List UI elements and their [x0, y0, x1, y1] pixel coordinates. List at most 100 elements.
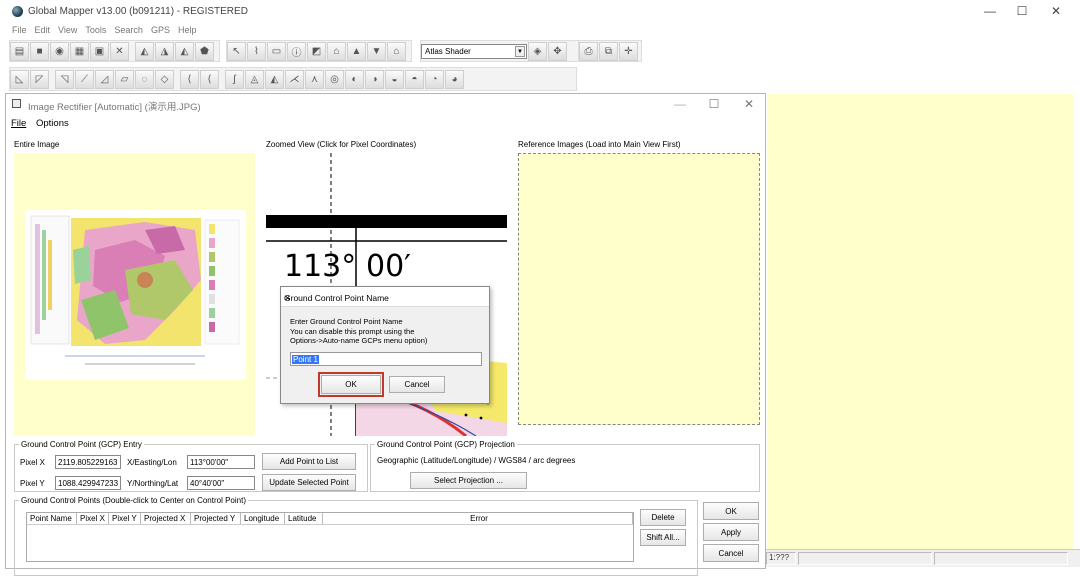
geologic-map-thumbnail[interactable] — [25, 210, 246, 380]
cursor-icon[interactable]: ✛ — [619, 41, 638, 61]
col-longitude[interactable]: Longitude — [241, 513, 285, 524]
info-icon[interactable]: ⓘ — [287, 41, 306, 61]
split-icon[interactable]: ⟨ — [200, 69, 219, 89]
zoomed-view-label: Zoomed View (Click for Pixel Coordinates… — [266, 140, 417, 149]
cancel-button[interactable]: Cancel — [703, 544, 759, 562]
open-icon[interactable]: ▤ — [10, 41, 29, 61]
3d-icon[interactable]: ▲ — [347, 41, 366, 61]
menu-view[interactable]: View — [54, 24, 81, 36]
layers-icon[interactable]: ▦ — [70, 41, 89, 61]
attr-icon[interactable]: ◒ — [385, 69, 404, 89]
full-view-icon[interactable]: ⬟ — [195, 41, 214, 61]
fly-icon[interactable]: ▼ — [367, 41, 386, 61]
maximize-button[interactable]: ☐ — [1012, 4, 1032, 18]
config-icon[interactable]: ▣ — [90, 41, 109, 61]
reference-images-view[interactable] — [518, 153, 760, 425]
status-bar: 1:??? — [764, 549, 1080, 567]
rect-icon[interactable]: ▱ — [115, 69, 134, 89]
col-projected-y[interactable]: Projected Y — [191, 513, 241, 524]
tools-icon[interactable]: ✕ — [110, 41, 129, 61]
digitize-icon[interactable]: ▭ — [267, 41, 286, 61]
move-feature-icon[interactable]: ◸ — [30, 69, 49, 89]
shader-options-icon[interactable]: ✥ — [548, 41, 567, 61]
shader-select[interactable]: Atlas Shader ▼ — [421, 43, 527, 59]
dialog-close-button[interactable]: ✕ — [739, 97, 759, 111]
modal-close-icon[interactable]: ✕ — [284, 293, 483, 304]
select-projection-button[interactable]: Select Projection ... — [410, 472, 527, 489]
pixel-x-field[interactable]: 2119.805229163 — [55, 455, 121, 469]
zoom-in-icon[interactable]: ◮ — [155, 41, 174, 61]
x-easting-field[interactable]: 113°00'00" — [187, 455, 255, 469]
style-icon[interactable]: ◔ — [425, 69, 444, 89]
point-icon[interactable]: ◿ — [95, 69, 114, 89]
modal-ok-button[interactable]: OK — [318, 372, 384, 397]
menu-search[interactable]: Search — [110, 24, 147, 36]
line-icon[interactable]: ⟋ — [75, 69, 94, 89]
y-northing-field[interactable]: 40°40'00" — [187, 476, 255, 490]
zoom-out-icon[interactable]: ◭ — [175, 41, 194, 61]
view-shed-icon[interactable]: ⌂ — [327, 41, 346, 61]
rotate-icon[interactable]: ◎ — [325, 69, 344, 89]
modal-cancel-button[interactable]: Cancel — [389, 376, 445, 393]
shift-all-button[interactable]: Shift All... — [640, 529, 686, 546]
combine-icon[interactable]: ◭ — [265, 69, 284, 89]
dialog-maximize-button[interactable]: ☐ — [704, 97, 724, 111]
dialog-menu-file[interactable]: File — [11, 118, 26, 129]
stop-icon[interactable]: ■ — [30, 41, 49, 61]
file-toolbar: ▤ ■ ◉ ▦ ▣ ✕ ◭ ◮ ◭ ⬟ — [9, 40, 220, 62]
area-icon[interactable]: ◹ — [55, 69, 74, 89]
label-icon[interactable]: ◓ — [405, 69, 424, 89]
menu-file[interactable]: File — [8, 24, 31, 36]
pixel-y-field[interactable]: 1088.429947233 — [55, 476, 121, 490]
reference-images-label: Reference Images (Load into Main View Fi… — [518, 140, 681, 149]
gcp-name-input[interactable]: Point 1 — [290, 352, 482, 366]
tools-toolbar: ↖ ⌇ ▭ ⓘ ◩ ⌂ ▲ ▼ ⌂ — [226, 40, 412, 62]
col-point-name[interactable]: Point Name — [27, 513, 77, 524]
add-point-button[interactable]: Add Point to List — [262, 453, 356, 470]
close-button[interactable]: ✕ — [1046, 4, 1066, 18]
shader-settings-icon[interactable]: ◈ — [528, 41, 547, 61]
update-selected-point-button[interactable]: Update Selected Point — [262, 474, 356, 491]
dialog-minimize-button[interactable]: — — [670, 97, 690, 111]
crop-icon[interactable]: ⋌ — [285, 69, 304, 89]
main-menu-bar: File Edit View Tools Search GPS Help — [0, 24, 1080, 38]
globe-icon[interactable]: ◉ — [50, 41, 69, 61]
x-easting-label: X/Easting/Lon — [127, 458, 177, 467]
delete-button[interactable]: Delete — [640, 509, 686, 526]
col-error[interactable]: Error — [323, 513, 633, 524]
chevron-down-icon[interactable]: ▼ — [515, 45, 525, 57]
col-pixel-y[interactable]: Pixel Y — [109, 513, 141, 524]
gcp-table-header: Point Name Pixel X Pixel Y Projected X P… — [27, 513, 633, 525]
col-latitude[interactable]: Latitude — [285, 513, 323, 524]
col-projected-x[interactable]: Projected X — [141, 513, 191, 524]
path-profile-icon[interactable]: ◩ — [307, 41, 326, 61]
grid-icon[interactable]: ◇ — [155, 69, 174, 89]
main-map-view[interactable] — [767, 94, 1073, 549]
print-icon[interactable]: ⎙ — [579, 41, 598, 61]
home-icon[interactable]: ⌂ — [387, 41, 406, 61]
circle-icon[interactable]: ◌ — [135, 69, 154, 89]
menu-tools[interactable]: Tools — [81, 24, 110, 36]
minimize-button[interactable]: — — [980, 4, 1000, 18]
menu-edit[interactable]: Edit — [31, 24, 55, 36]
select-icon[interactable]: ↖ — [227, 41, 246, 61]
menu-help[interactable]: Help — [174, 24, 201, 36]
copy-icon[interactable]: ⧉ — [599, 41, 618, 61]
scale-icon[interactable]: ◐ — [345, 69, 364, 89]
col-pixel-x[interactable]: Pixel X — [77, 513, 109, 524]
smooth-icon[interactable]: ∫ — [225, 69, 244, 89]
menu-gps[interactable]: GPS — [147, 24, 174, 36]
vertex-icon[interactable]: ⟨ — [180, 69, 199, 89]
delete-feature-icon[interactable]: ◕ — [445, 69, 464, 89]
snap-icon[interactable]: ◑ — [365, 69, 384, 89]
ok-button[interactable]: OK — [703, 502, 759, 520]
measure-icon[interactable]: ⌇ — [247, 41, 266, 61]
merge-icon[interactable]: ⋏ — [305, 69, 324, 89]
edit-feature-icon[interactable]: ◺ — [10, 69, 29, 89]
buffer-icon[interactable]: ◬ — [245, 69, 264, 89]
gcp-table[interactable]: Point Name Pixel X Pixel Y Projected X P… — [26, 512, 634, 562]
pan-icon[interactable]: ◭ — [135, 41, 154, 61]
apply-button[interactable]: Apply — [703, 523, 759, 541]
projection-text: Geographic (Latitude/Longitude) / WGS84 … — [377, 456, 576, 465]
dialog-menu-options[interactable]: Options — [36, 118, 69, 129]
